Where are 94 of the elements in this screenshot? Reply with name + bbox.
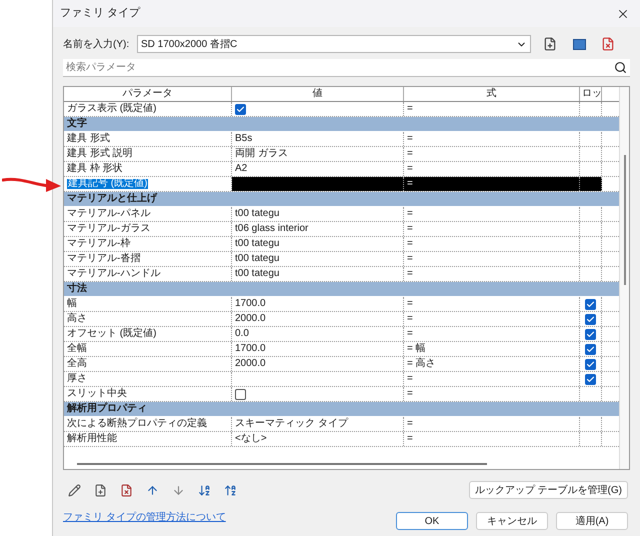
parameter-name[interactable]: 建具 形式 説明 (67, 149, 133, 159)
delete-file-icon (120, 484, 132, 496)
parameter-name[interactable]: 幅 (67, 299, 77, 309)
search-field[interactable]: 検索パラメータ (63, 59, 630, 77)
column-header[interactable]: 式 (486, 89, 496, 99)
value-cell[interactable]: <なし> (232, 432, 404, 446)
parameter-name[interactable]: 次による断熱プロパティの定義 (67, 419, 207, 429)
formula-cell[interactable]: = (404, 147, 580, 161)
vertical-scrollbar[interactable] (624, 155, 626, 285)
parameter-name[interactable]: マテリアル-沓摺 (67, 254, 140, 264)
parameter-name[interactable]: マテリアル-パネル (67, 209, 150, 219)
value-cell[interactable]: t00 tategu (232, 267, 404, 281)
group-header[interactable]: 文字 (64, 119, 87, 129)
parameter-name[interactable]: 建具 枠 形状 (67, 164, 123, 174)
checkbox[interactable] (585, 328, 596, 340)
parameter-name[interactable]: 厚さ (67, 374, 87, 384)
window-title: ファミリ タイプ (60, 6, 140, 22)
formula-cell[interactable]: = (404, 432, 580, 446)
horizontal-scrollbar[interactable] (77, 463, 487, 465)
formula-cell[interactable]: = (404, 207, 580, 221)
group-header[interactable]: マテリアルと仕上げ (64, 194, 157, 204)
formula-cell[interactable]: = (404, 177, 580, 191)
dialog-button[interactable]: OK (396, 512, 468, 530)
value-cell[interactable]: B5s (232, 132, 404, 146)
formula-cell[interactable]: = (404, 327, 580, 341)
column-header[interactable]: 値 (312, 89, 322, 99)
group-header[interactable]: 解析用プロパティ (64, 404, 147, 414)
sort-ascending-icon (198, 484, 210, 496)
formula-cell[interactable]: = (404, 102, 580, 116)
formula-cell[interactable]: = (404, 267, 580, 281)
formula-cell[interactable]: = (404, 162, 580, 176)
formula-cell[interactable]: = (404, 417, 580, 431)
parameter-name[interactable]: 解析用性能 (67, 434, 117, 444)
parameter-name[interactable]: ガラス表示 (既定値) (67, 104, 156, 114)
parameter-name[interactable]: 建具 形式 (67, 134, 110, 144)
parameter-name[interactable]: マテリアル-ハンドル (67, 269, 160, 279)
formula-cell[interactable]: = (404, 237, 580, 251)
new-file-icon (543, 37, 557, 51)
value-cell[interactable]: 1700.0 (232, 297, 404, 311)
value-cell[interactable]: t00 tategu (232, 252, 404, 266)
value-cell[interactable]: 1700.0 (232, 342, 404, 356)
value-cell[interactable]: t00 tategu (232, 237, 404, 251)
parameter-name[interactable]: スリット中央 (67, 389, 127, 399)
parameter-name[interactable]: 全幅 (67, 344, 87, 354)
formula-cell[interactable]: = (404, 222, 580, 236)
up-arrow-icon (146, 484, 158, 496)
parameter-name[interactable]: マテリアル-枠 (67, 239, 130, 249)
value-cell[interactable]: 2000.0 (232, 357, 404, 371)
pencil-icon (68, 484, 80, 496)
rename-icon (572, 38, 586, 50)
checkbox[interactable] (585, 344, 596, 354)
search-icon (614, 61, 627, 74)
field-label: 名前を入力(Y): (63, 38, 130, 52)
down-arrow-icon (172, 484, 184, 496)
type-dropdown[interactable]: SD 1700x2000 沓摺C (137, 35, 531, 53)
parameter-name[interactable]: オフセット (既定値) (67, 329, 156, 339)
checkbox[interactable] (235, 388, 246, 400)
value-cell[interactable]: 0.0 (232, 327, 404, 341)
formula-cell[interactable]: = (404, 312, 580, 326)
parameter-name[interactable]: 高さ (67, 314, 87, 324)
value-cell[interactable]: 両開 ガラス (232, 147, 404, 161)
lookup-table-button[interactable]: ルックアップ テーブルを管理(G) (468, 481, 628, 499)
parameter-name[interactable]: マテリアル-ガラス (67, 224, 150, 234)
checkbox[interactable] (585, 374, 596, 384)
column-header[interactable]: パラメータ (122, 89, 172, 99)
value-cell[interactable] (232, 177, 404, 191)
formula-cell[interactable]: = (404, 132, 580, 146)
formula-cell[interactable]: = (404, 297, 580, 311)
checkbox[interactable] (235, 104, 246, 114)
dialog-button[interactable]: キャンセル (476, 512, 548, 530)
dialog-button[interactable]: 適用(A) (556, 512, 628, 530)
value-cell[interactable] (232, 102, 404, 116)
value-cell[interactable]: A2 (232, 162, 404, 176)
help-link[interactable]: ファミリ タイプの管理方法について (63, 510, 226, 524)
formula-cell[interactable]: = (404, 387, 580, 401)
formula-cell[interactable]: = (404, 372, 580, 386)
new-file-icon (94, 484, 106, 496)
value-cell[interactable]: スキーマティック タイプ (232, 417, 404, 431)
value-cell[interactable]: t00 tategu (232, 207, 404, 221)
lock-cell[interactable] (580, 177, 602, 191)
formula-cell[interactable]: = 幅 (404, 342, 580, 356)
delete-file-icon (601, 37, 615, 51)
group-header[interactable]: 寸法 (64, 284, 87, 294)
parameter-name[interactable]: 全高 (67, 359, 87, 369)
formula-cell[interactable]: = 高さ (404, 357, 580, 371)
value-cell[interactable] (232, 387, 404, 401)
checkbox[interactable] (585, 298, 596, 310)
checkbox[interactable] (585, 358, 596, 370)
value-cell[interactable]: t06 glass interior (232, 222, 404, 236)
checkbox[interactable] (585, 314, 596, 324)
column-header[interactable]: ロッ (582, 89, 601, 99)
formula-cell[interactable]: = (404, 252, 580, 266)
sort-descending-icon (224, 484, 236, 496)
value-cell[interactable]: 2000.0 (232, 312, 404, 326)
